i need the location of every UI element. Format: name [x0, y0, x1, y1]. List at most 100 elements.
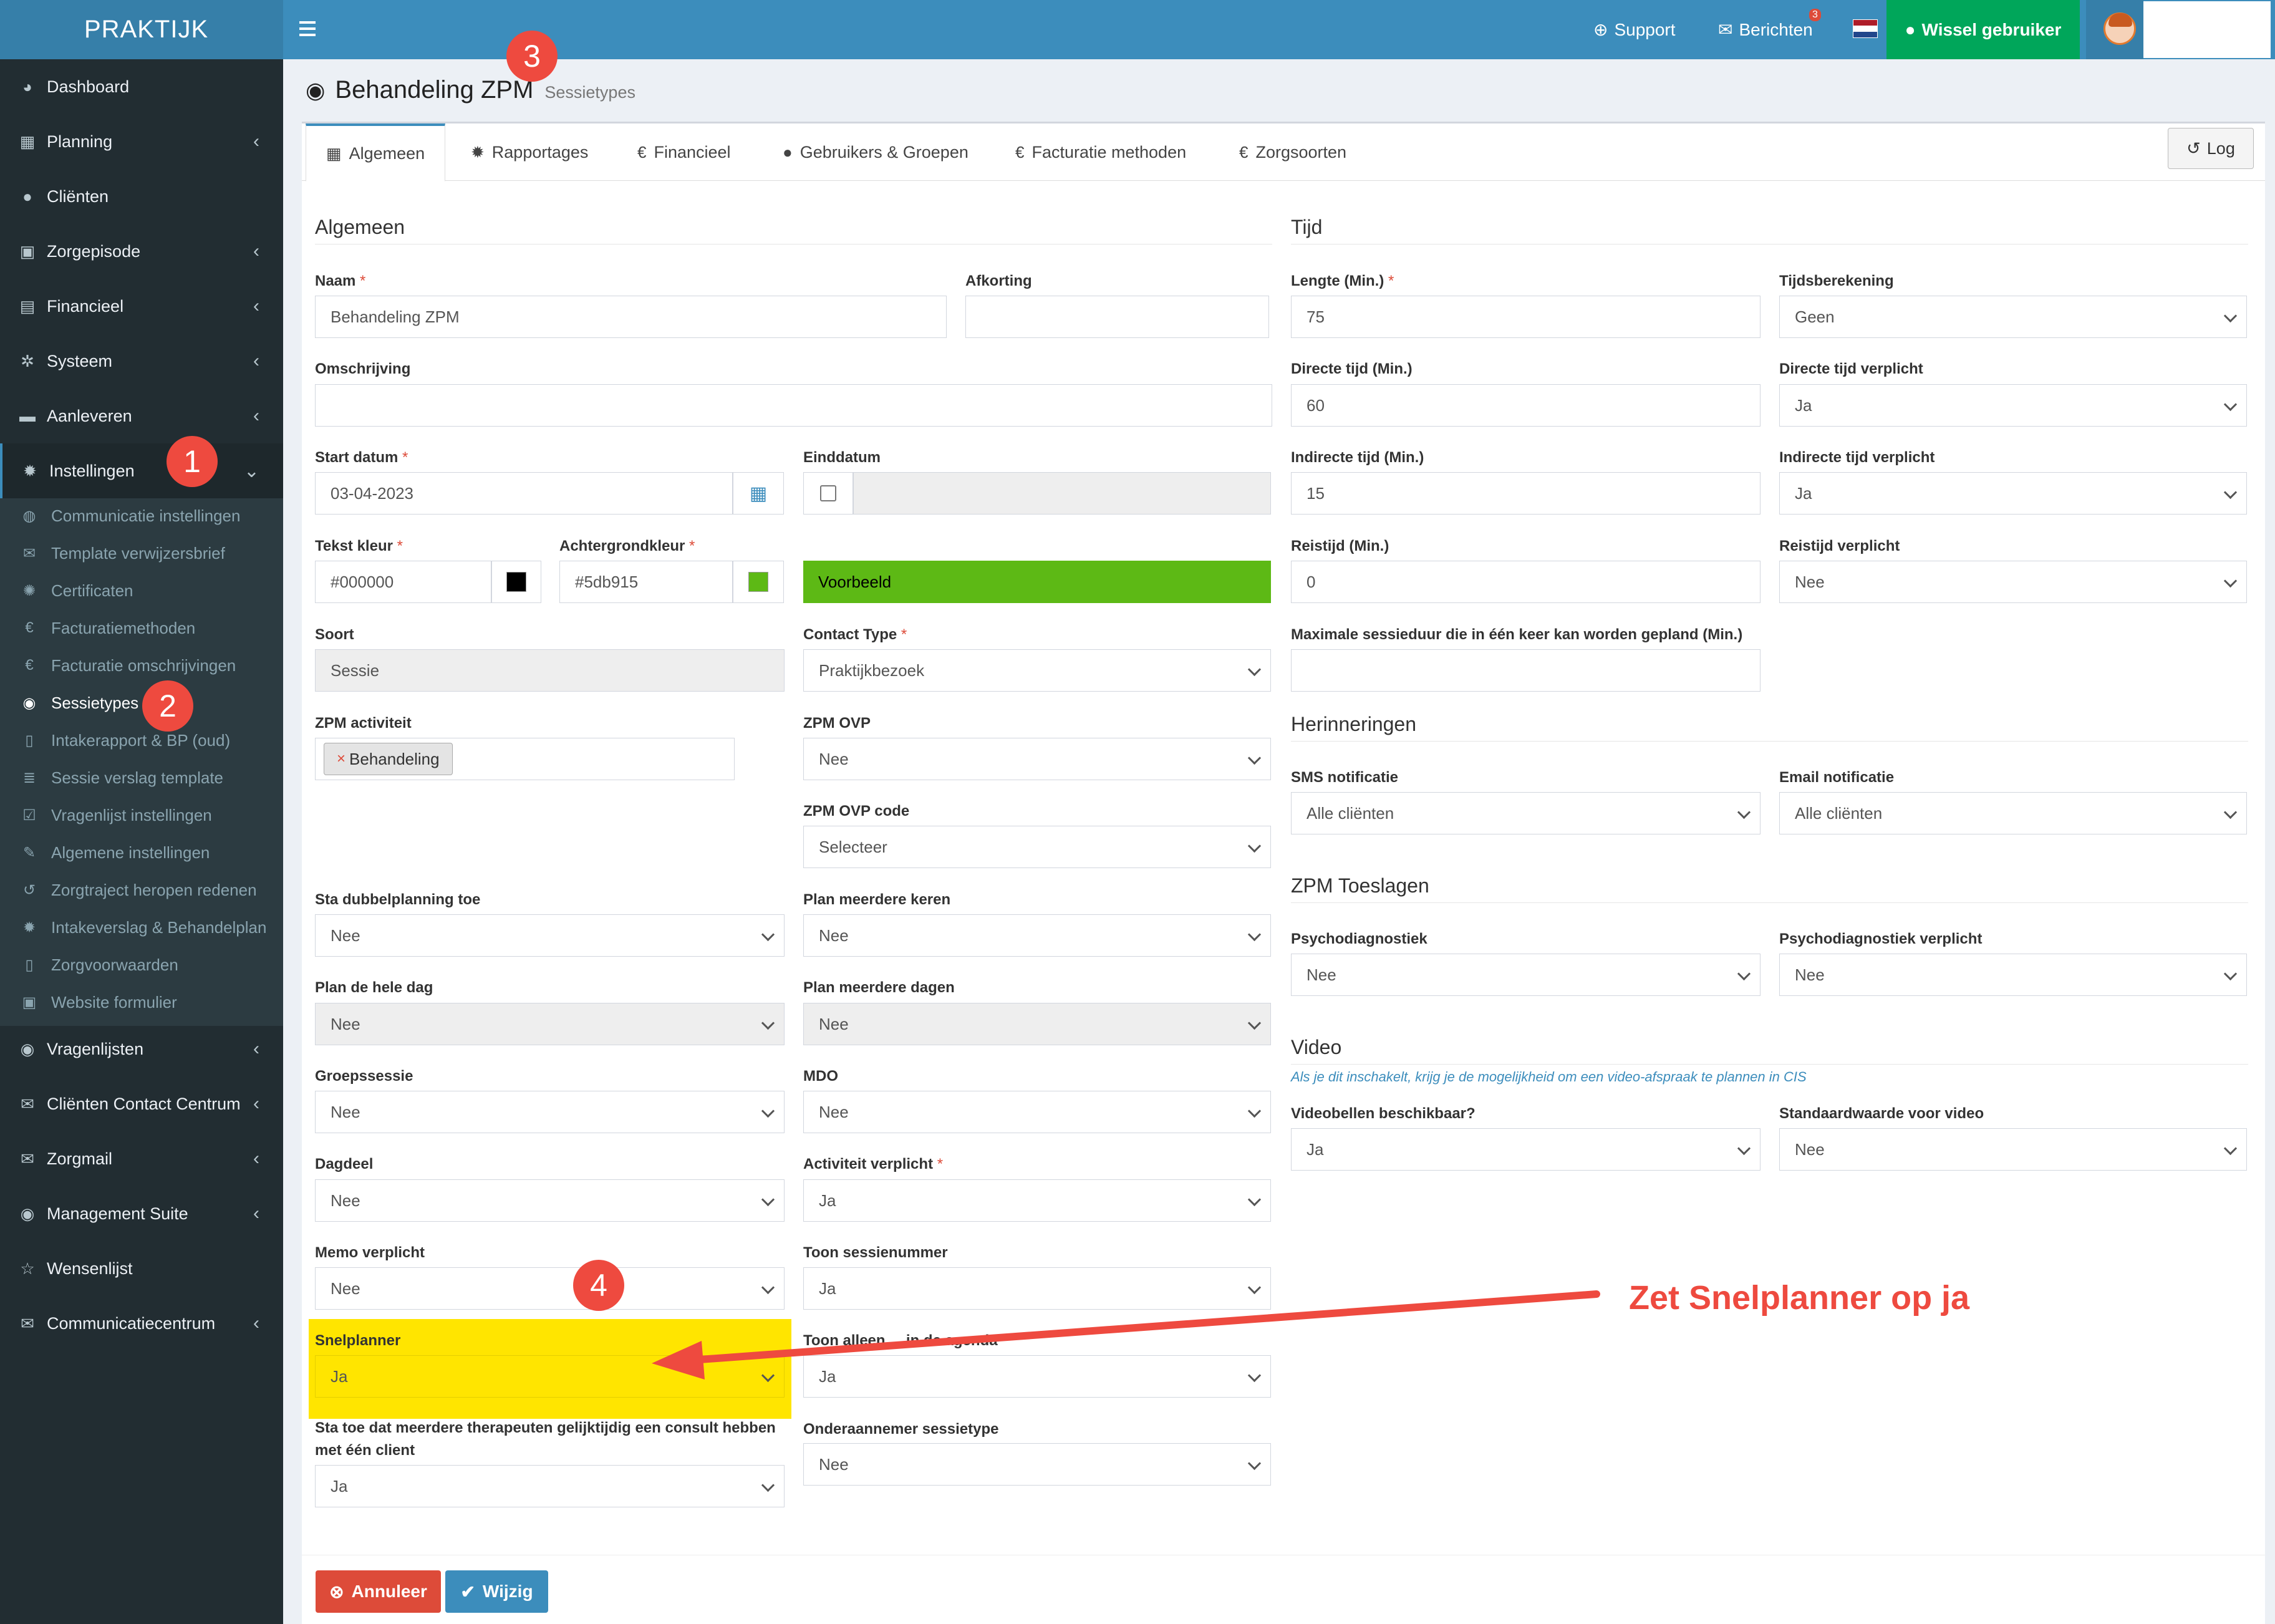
- sidebar-item-wensenlijst[interactable]: ☆ Wensenlijst: [0, 1241, 283, 1296]
- submenu-item-sessie-verslag-template[interactable]: ≣ Sessie verslag template: [0, 759, 283, 796]
- zpm-ovp-code-select[interactable]: Selecteer: [803, 826, 1271, 868]
- sidebar-item-cli-nten-contact-centrum[interactable]: ✉ Cliënten Contact Centrum ‹: [0, 1076, 283, 1131]
- submenu-item-facturatie-omschrijvingen[interactable]: € Facturatie omschrijvingen: [0, 647, 283, 684]
- psychodiagnostiek-select[interactable]: Nee: [1291, 954, 1761, 996]
- calendar-button[interactable]: ▦: [733, 472, 784, 515]
- user-name-box[interactable]: [2143, 1, 2271, 58]
- globe-icon: ◉: [20, 1039, 35, 1058]
- sidebar-item-instellingen[interactable]: ✹ Instellingen ⌄: [0, 443, 283, 498]
- directe-tijd-input[interactable]: 60: [1291, 384, 1761, 427]
- submenu-item-vragenlijst-instellingen[interactable]: ☑ Vragenlijst instellingen: [0, 796, 283, 834]
- sidebar-item-planning[interactable]: ▦ Planning ‹: [0, 114, 283, 169]
- avatar[interactable]: [2104, 12, 2136, 45]
- naam-input[interactable]: Behandeling ZPM: [315, 296, 947, 338]
- submenu-item-template-verwijzersbrief[interactable]: ✉ Template verwijzersbrief: [0, 534, 283, 572]
- sidebar-item-aanleveren[interactable]: ▬ Aanleveren ‹: [0, 389, 283, 443]
- onderaannemer-select[interactable]: Nee: [803, 1443, 1271, 1486]
- submenu-item-intakerapport-bp-oud-[interactable]: ▯ Intakerapport & BP (oud): [0, 722, 283, 759]
- toon-sessienummer-select[interactable]: Ja: [803, 1267, 1271, 1310]
- submenu-item-algemene-instellingen[interactable]: ✎ Algemene instellingen: [0, 834, 283, 871]
- submenu-item-website-formulier[interactable]: ▣ Website formulier: [0, 984, 283, 1021]
- tekst-kleur-picker[interactable]: [491, 561, 541, 603]
- directe-tijd-verplicht-select[interactable]: Ja: [1779, 384, 2247, 427]
- plan-meerdere-keren-select[interactable]: Nee: [803, 914, 1271, 957]
- tab-gebruikers-groepen[interactable]: ● Gebruikers & Groepen: [783, 123, 968, 181]
- sidebar-item-financieel[interactable]: ▤ Financieel ‹: [0, 279, 283, 334]
- reistijd-verplicht-select[interactable]: Nee: [1779, 561, 2247, 603]
- email-notificatie-select[interactable]: Alle cliënten: [1779, 792, 2247, 834]
- submenu-item-communicatie-instellingen[interactable]: ◍ Communicatie instellingen: [0, 497, 283, 534]
- sidebar-item-dashboard[interactable]: ◕ Dashboard: [0, 59, 283, 114]
- onderaannemer-select-value: Nee: [819, 1454, 849, 1474]
- sta-dubbelplanning-select[interactable]: Nee: [315, 914, 785, 957]
- tekst-kleur-input[interactable]: #000000: [315, 561, 491, 603]
- annuleer-button[interactable]: ⊗ Annuleer: [316, 1570, 441, 1613]
- start-datum-input-value: 03-04-2023: [331, 483, 413, 503]
- start-datum-input[interactable]: 03-04-2023: [315, 472, 733, 515]
- psychodiagnostiek-verplicht-select[interactable]: Nee: [1779, 954, 2247, 996]
- zpm-ovp-select[interactable]: Nee: [803, 738, 1271, 780]
- sidebar-item-zorgmail[interactable]: ✉ Zorgmail ‹: [0, 1131, 283, 1186]
- lengte-label: Lengte (Min.) *: [1291, 273, 1394, 289]
- groepssessie-select[interactable]: Nee: [315, 1091, 785, 1133]
- remove-tag-icon[interactable]: ×: [337, 750, 345, 768]
- omschrijving-input[interactable]: [315, 384, 1272, 427]
- snelplanner-select-value: Ja: [331, 1366, 348, 1386]
- lengte-input[interactable]: 75: [1291, 296, 1761, 338]
- brand-logo[interactable]: PRAKTIJK: [0, 0, 283, 59]
- snelplanner-select[interactable]: Ja: [315, 1355, 785, 1398]
- annotation-marker-2: 2: [142, 680, 193, 732]
- einddatum-checkbox[interactable]: [803, 472, 853, 515]
- achtergrondkleur-picker[interactable]: [733, 561, 784, 603]
- soort-input[interactable]: Sessie: [315, 649, 785, 692]
- tab-algemeen[interactable]: ▦ Algemeen: [306, 123, 446, 181]
- sidebar-item-cli-nten[interactable]: ● Cliënten: [0, 169, 283, 224]
- tab-facturatie-methoden[interactable]: € Facturatie methoden: [1015, 123, 1186, 181]
- sidebar-item-zorgepisode[interactable]: ▣ Zorgepisode ‹: [0, 224, 283, 279]
- tab-financieel[interactable]: € Financieel: [637, 123, 731, 181]
- achtergrondkleur-input[interactable]: #5db915: [559, 561, 733, 603]
- contact-type-select[interactable]: Praktijkbezoek: [803, 649, 1271, 692]
- tab-zorgsoorten[interactable]: € Zorgsoorten: [1239, 123, 1346, 181]
- zpm-activiteit-tag[interactable]: × Behandeling: [324, 743, 453, 775]
- wijzig-button[interactable]: ✔ Wijzig: [445, 1570, 548, 1613]
- dagdeel-select[interactable]: Nee: [315, 1179, 785, 1222]
- sms-notificatie-select[interactable]: Alle cliënten: [1291, 792, 1761, 834]
- reistijd-input[interactable]: 0: [1291, 561, 1761, 603]
- euro-icon: €: [1239, 142, 1249, 162]
- indirecte-tijd-input[interactable]: 15: [1291, 472, 1761, 515]
- indirecte-tijd-verplicht-select[interactable]: Ja: [1779, 472, 2247, 515]
- berichten-link[interactable]: ✉ Berichten: [1718, 0, 1813, 59]
- sta-toe-meerdere-select[interactable]: Ja: [315, 1465, 785, 1507]
- submenu-item-facturatiemethoden[interactable]: € Facturatiemethoden: [0, 609, 283, 647]
- videobellen-select[interactable]: Ja: [1291, 1128, 1761, 1171]
- mdo-select[interactable]: Nee: [803, 1091, 1271, 1133]
- submenu-item-zorgtraject-heropen-redenen[interactable]: ↺ Zorgtraject heropen redenen: [0, 871, 283, 909]
- submenu-item-sessietypes[interactable]: ◉ Sessietypes: [0, 684, 283, 722]
- hamburger-menu-icon[interactable]: [299, 17, 316, 42]
- standaard-video-select[interactable]: Nee: [1779, 1128, 2247, 1171]
- max-sessieduur-input[interactable]: [1291, 649, 1761, 692]
- log-button[interactable]: ↺ Log: [2168, 128, 2254, 169]
- sidebar-item-systeem[interactable]: ✲ Systeem ‹: [0, 334, 283, 389]
- afkorting-input[interactable]: [965, 296, 1269, 338]
- wissel-gebruiker-button[interactable]: ● Wissel gebruiker: [1886, 0, 2080, 59]
- sidebar-item-vragenlijsten[interactable]: ◉ Vragenlijsten ‹: [0, 1022, 283, 1076]
- medkit-icon: ▣: [22, 993, 37, 1011]
- toon-alleen-select[interactable]: Ja: [803, 1355, 1271, 1398]
- plan-hele-dag-select[interactable]: Nee: [315, 1003, 785, 1045]
- sidebar-item-management-suite[interactable]: ◉ Management Suite ‹: [0, 1186, 283, 1241]
- tab-rapportages[interactable]: ✹ Rapportages: [471, 123, 588, 181]
- sidebar-item-communicatiecentrum[interactable]: ✉ Communicatiecentrum ‹: [0, 1296, 283, 1351]
- support-link[interactable]: ⊕ Support: [1593, 0, 1676, 59]
- tijdsberekening-select[interactable]: Geen: [1779, 296, 2247, 338]
- submenu-item-label: Facturatiemethoden: [51, 618, 196, 637]
- memo-verplicht-select[interactable]: Nee: [315, 1267, 785, 1310]
- sidebar-item-label: Aanleveren: [47, 406, 132, 425]
- submenu-item-zorgvoorwaarden[interactable]: ▯ Zorgvoorwaarden: [0, 946, 283, 984]
- activiteit-verplicht-select[interactable]: Ja: [803, 1179, 1271, 1222]
- submenu-item-intakeverslag-behandelplan[interactable]: ✹ Intakeverslag & Behandelplan: [0, 909, 283, 946]
- submenu-item-certificaten[interactable]: ✺ Certificaten: [0, 572, 283, 609]
- dutch-flag-icon[interactable]: [1853, 19, 1878, 38]
- plan-meerdere-dagen-select[interactable]: Nee: [803, 1003, 1271, 1045]
